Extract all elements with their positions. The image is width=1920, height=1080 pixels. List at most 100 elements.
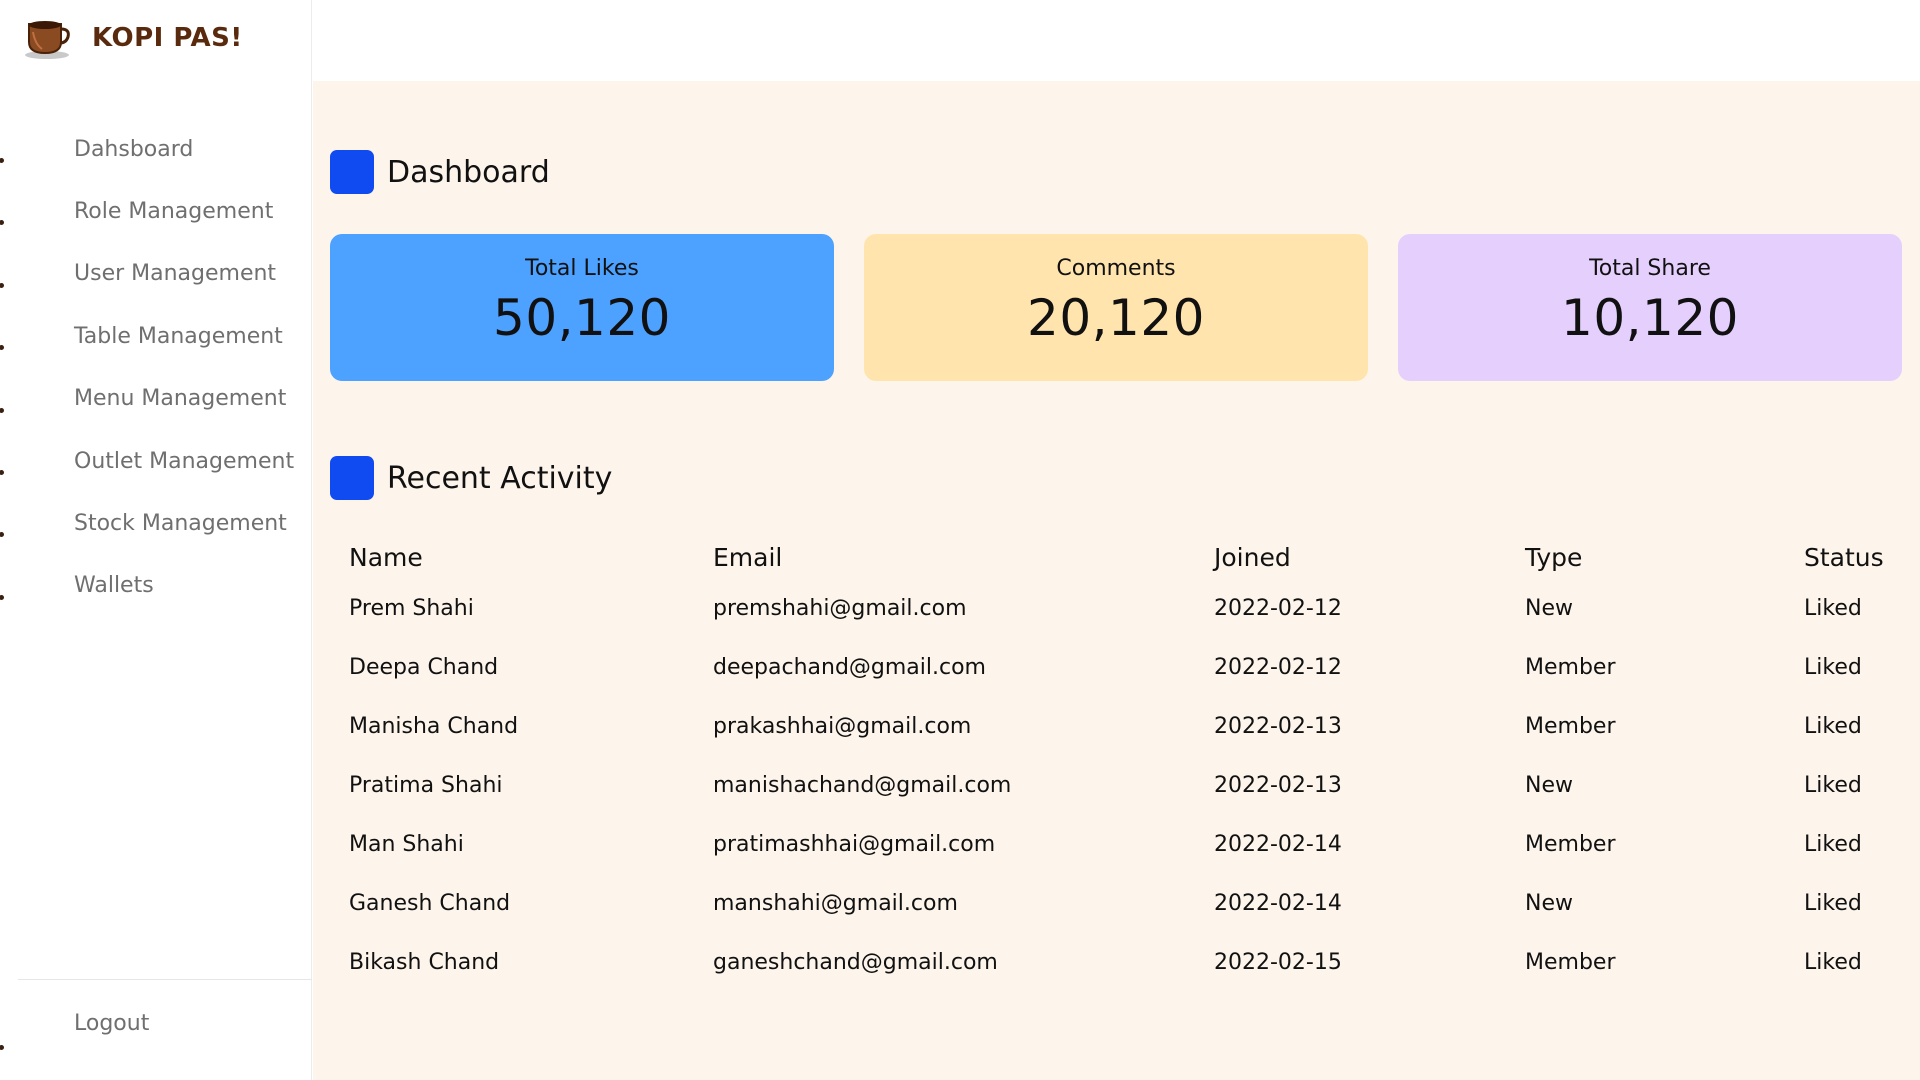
sidebar-item-label: Menu Management (74, 386, 287, 412)
cell-email: premshahi@gmail.com (713, 596, 967, 621)
sidebar: KOPI PAS! Dahsboard Role Management User… (0, 0, 312, 1080)
cell-joined: 2022-02-13 (1214, 773, 1342, 798)
stat-cards: Total Likes 50,120 Comments 20,120 Total… (330, 234, 1904, 381)
page-title: Dashboard (387, 154, 550, 190)
main-content: Dashboard Total Likes 50,120 Comments 20… (313, 81, 1920, 1080)
cell-status: Liked (1804, 714, 1862, 739)
cell-joined: 2022-02-12 (1214, 596, 1342, 621)
cell-joined: 2022-02-14 (1214, 832, 1342, 857)
cell-name: Bikash Chand (349, 950, 500, 975)
dashboard-heading: Dashboard (330, 149, 550, 195)
cell-name: Man Shahi (349, 832, 464, 857)
cell-name: Deepa Chand (349, 655, 499, 680)
recent-activity-heading: Recent Activity (330, 455, 612, 501)
cell-name: Prem Shahi (349, 596, 474, 621)
bullet-icon (0, 220, 4, 226)
table-row: Manisha Chand prakashhai@gmail.com 2022-… (349, 714, 1909, 773)
cell-type: Member (1525, 832, 1616, 857)
bullet-icon (0, 469, 4, 475)
section-square-icon (330, 456, 374, 500)
stat-card-label: Total Share (1589, 256, 1711, 281)
sidebar-item-label: Wallets (74, 573, 154, 599)
section-title: Recent Activity (387, 460, 613, 496)
bullet-icon (0, 407, 4, 413)
sidebar-item-label: Outlet Management (74, 448, 295, 474)
bullet-icon (0, 282, 4, 288)
table-row: Deepa Chand deepachand@gmail.com 2022-02… (349, 655, 1909, 714)
table-row: Bikash Chand ganeshchand@gmail.com 2022-… (349, 950, 1909, 1009)
stat-card-value: 50,120 (493, 289, 671, 347)
table-row: Man Shahi pratimashhai@gmail.com 2022-02… (349, 832, 1909, 891)
cell-status: Liked (1804, 950, 1862, 975)
sidebar-item-role-management[interactable]: Role Management (0, 180, 312, 242)
stat-card-comments: Comments 20,120 (864, 234, 1368, 381)
cell-email: prakashhai@gmail.com (713, 714, 972, 739)
bullet-icon (0, 532, 4, 538)
section-square-icon (330, 150, 374, 194)
sidebar-item-label: Role Management (74, 199, 274, 225)
column-header-status: Status (1804, 543, 1884, 572)
cell-email: manishachand@gmail.com (713, 773, 1012, 798)
stat-card-value: 10,120 (1561, 289, 1739, 347)
column-header-type: Type (1525, 543, 1583, 572)
cell-type: Member (1525, 655, 1616, 680)
cell-email: manshahi@gmail.com (713, 891, 958, 916)
column-header-email: Email (713, 543, 783, 572)
sidebar-divider (18, 979, 312, 980)
stat-card-total-likes: Total Likes 50,120 (330, 234, 834, 381)
brand-name: KOPI PAS! (92, 23, 243, 53)
bullet-icon (0, 594, 4, 600)
sidebar-item-stock-management[interactable]: Stock Management (0, 492, 312, 554)
stat-card-total-share: Total Share 10,120 (1398, 234, 1902, 381)
cell-joined: 2022-02-13 (1214, 714, 1342, 739)
bullet-icon (0, 345, 4, 351)
stat-card-label: Total Likes (525, 256, 639, 281)
sidebar-item-outlet-management[interactable]: Outlet Management (0, 430, 312, 492)
logout-button[interactable]: Logout (0, 1003, 312, 1050)
cell-status: Liked (1804, 832, 1862, 857)
cell-email: deepachand@gmail.com (713, 655, 986, 680)
table-row: Prem Shahi premshahi@gmail.com 2022-02-1… (349, 596, 1909, 655)
sidebar-item-label: User Management (74, 261, 277, 287)
table-row: Ganesh Chand manshahi@gmail.com 2022-02-… (349, 891, 1909, 950)
sidebar-item-label: Table Management (74, 323, 283, 349)
recent-activity-table: Name Email Joined Type Status Prem Shahi… (349, 530, 1909, 1009)
cell-type: Member (1525, 950, 1616, 975)
top-bar (313, 0, 1920, 81)
sidebar-item-label: Dahsboard (74, 136, 194, 162)
cell-joined: 2022-02-15 (1214, 950, 1342, 975)
sidebar-item-table-management[interactable]: Table Management (0, 305, 312, 367)
table-body: Prem Shahi premshahi@gmail.com 2022-02-1… (349, 596, 1909, 1009)
table-row: Pratima Shahi manishachand@gmail.com 202… (349, 773, 1909, 832)
cell-status: Liked (1804, 596, 1862, 621)
cell-type: New (1525, 596, 1573, 621)
stat-card-label: Comments (1056, 256, 1176, 281)
bullet-icon (0, 158, 4, 163)
sidebar-item-label: Stock Management (74, 511, 287, 537)
cell-email: ganeshchand@gmail.com (713, 950, 998, 975)
sidebar-item-dashboard[interactable]: Dahsboard (0, 118, 312, 180)
sidebar-nav: Dahsboard Role Management User Managemen… (0, 118, 312, 617)
cell-status: Liked (1804, 655, 1862, 680)
sidebar-item-user-management[interactable]: User Management (0, 243, 312, 305)
cell-name: Pratima Shahi (349, 773, 503, 798)
cell-joined: 2022-02-14 (1214, 891, 1342, 916)
logout-label: Logout (74, 1010, 150, 1036)
app-root: KOPI PAS! Dahsboard Role Management User… (0, 0, 1920, 1080)
bullet-icon (0, 1045, 4, 1050)
brand[interactable]: KOPI PAS! (22, 16, 243, 60)
cell-name: Ganesh Chand (349, 891, 511, 916)
cell-name: Manisha Chand (349, 714, 519, 739)
cell-type: New (1525, 891, 1573, 916)
cell-type: Member (1525, 714, 1616, 739)
cell-status: Liked (1804, 773, 1862, 798)
coffee-cup-icon (25, 21, 70, 59)
cell-joined: 2022-02-12 (1214, 655, 1342, 680)
column-header-joined: Joined (1214, 543, 1291, 572)
sidebar-item-wallets[interactable]: Wallets (0, 555, 312, 617)
cell-email: pratimashhai@gmail.com (713, 832, 996, 857)
stat-card-value: 20,120 (1027, 289, 1205, 347)
sidebar-item-menu-management[interactable]: Menu Management (0, 368, 312, 430)
cell-type: New (1525, 773, 1573, 798)
cell-status: Liked (1804, 891, 1862, 916)
